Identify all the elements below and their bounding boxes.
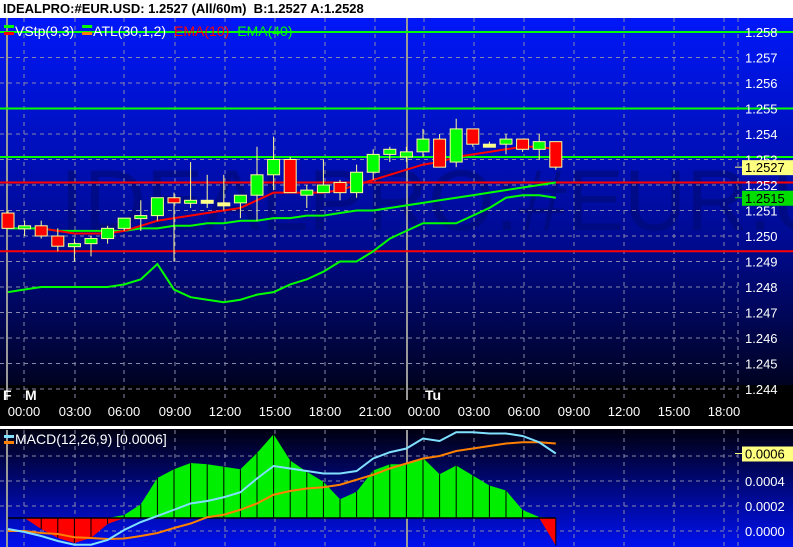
candle-body xyxy=(117,217,131,229)
candle-body xyxy=(51,235,65,247)
candle-body xyxy=(101,227,115,240)
candle-body xyxy=(499,138,513,145)
day-label: Tu xyxy=(425,387,441,403)
candle-body xyxy=(549,141,563,168)
candle-body xyxy=(482,143,496,148)
time-label: 12:00 xyxy=(209,404,242,419)
candle-body xyxy=(250,174,264,196)
candle-body xyxy=(1,212,15,229)
legend-swatch-icon xyxy=(82,25,93,28)
legend-label: VStp(9,3) xyxy=(15,23,74,39)
macd-legend-label: MACD(12,26,9) [0.0006] xyxy=(15,431,167,447)
macd-tick-label: 0.0000 xyxy=(745,524,785,539)
time-label: 12:00 xyxy=(608,404,641,419)
price-tick-label: 1.245 xyxy=(745,357,778,372)
panel-separator[interactable] xyxy=(0,426,793,429)
legend-swatch-icon xyxy=(4,32,14,35)
candle-body xyxy=(516,138,530,150)
price-tick-label: 1.244 xyxy=(745,382,778,397)
legend-swatch-icon xyxy=(82,32,93,35)
time-label: 18:00 xyxy=(309,404,342,419)
candle-body xyxy=(383,148,397,155)
legend-label: EMA(10) xyxy=(174,23,229,39)
candle-body xyxy=(67,243,81,248)
time-label: 03:00 xyxy=(458,404,491,419)
chart-canvas[interactable]: IDEALPRO:#EUR.USD 1.2581.2571.2561.2551.… xyxy=(0,0,793,547)
candle-body xyxy=(184,199,198,204)
time-label: 03:00 xyxy=(59,404,92,419)
current-price-tag: 1.2515 xyxy=(745,191,785,206)
legend-label: ATL(30,1,2) xyxy=(93,23,166,39)
candle-body xyxy=(267,159,281,176)
candle-body xyxy=(34,225,48,237)
candle xyxy=(549,141,563,170)
time-label: 09:00 xyxy=(159,404,192,419)
price-tick-label: 1.247 xyxy=(745,306,778,321)
macd-tick-label: 0.0004 xyxy=(745,474,785,489)
legend-swatch-icon xyxy=(4,25,14,28)
candle-body xyxy=(134,215,148,220)
candle-body xyxy=(84,238,98,245)
candle xyxy=(283,156,297,194)
price-tick-label: 1.246 xyxy=(745,331,778,346)
candle-body xyxy=(217,202,231,207)
candle-body xyxy=(333,181,347,194)
candle-body xyxy=(449,128,463,163)
candle-body xyxy=(532,141,546,150)
time-label: 00:00 xyxy=(8,404,41,419)
price-tick-label: 1.248 xyxy=(745,280,778,295)
price-tick-label: 1.256 xyxy=(745,76,778,91)
candle-body xyxy=(300,189,314,196)
candle xyxy=(433,134,447,168)
current-price-tag: 1.2527 xyxy=(745,160,785,175)
legend-swatch-icon xyxy=(4,441,14,444)
candle-body xyxy=(233,194,247,204)
candle-body xyxy=(416,138,430,153)
price-tick-label: 1.250 xyxy=(745,229,778,244)
candle-body xyxy=(167,197,181,204)
candle-body xyxy=(466,128,480,145)
price-tick-label: 1.257 xyxy=(745,51,778,66)
time-label: 06:00 xyxy=(108,404,141,419)
legend-label: EMA(40) xyxy=(237,23,292,39)
time-label: 00:00 xyxy=(408,404,441,419)
time-label: 06:00 xyxy=(508,404,541,419)
price-tick-label: 1.255 xyxy=(745,102,778,117)
macd-value-tag: 0.0006 xyxy=(745,447,785,462)
time-label: 21:00 xyxy=(359,404,392,419)
candle-body xyxy=(200,199,214,204)
time-label: 09:00 xyxy=(558,404,591,419)
candle-body xyxy=(316,184,330,194)
candle-body xyxy=(150,197,164,217)
candle xyxy=(466,128,480,147)
time-label: 15:00 xyxy=(259,404,292,419)
macd-tick-label: 0.0002 xyxy=(745,499,785,514)
candle-body xyxy=(399,151,413,158)
price-legend: VStp(9,3) ATL(30,1,2) EMA(10) EMA(40) xyxy=(4,23,293,39)
legend-swatch-icon xyxy=(4,435,14,438)
candle-body xyxy=(18,225,32,230)
time-label: 18:00 xyxy=(708,404,741,419)
day-label: F xyxy=(3,387,12,403)
candle xyxy=(1,210,15,229)
candle-body xyxy=(283,159,297,194)
time-label: 15:00 xyxy=(658,404,691,419)
candle-body xyxy=(350,171,364,194)
candle-body xyxy=(433,138,447,168)
candle-body xyxy=(366,153,380,173)
day-label: M xyxy=(25,387,37,403)
price-tick-label: 1.249 xyxy=(745,255,778,270)
price-tick-label: 1.254 xyxy=(745,127,778,142)
price-tick-label: 1.258 xyxy=(745,25,778,40)
